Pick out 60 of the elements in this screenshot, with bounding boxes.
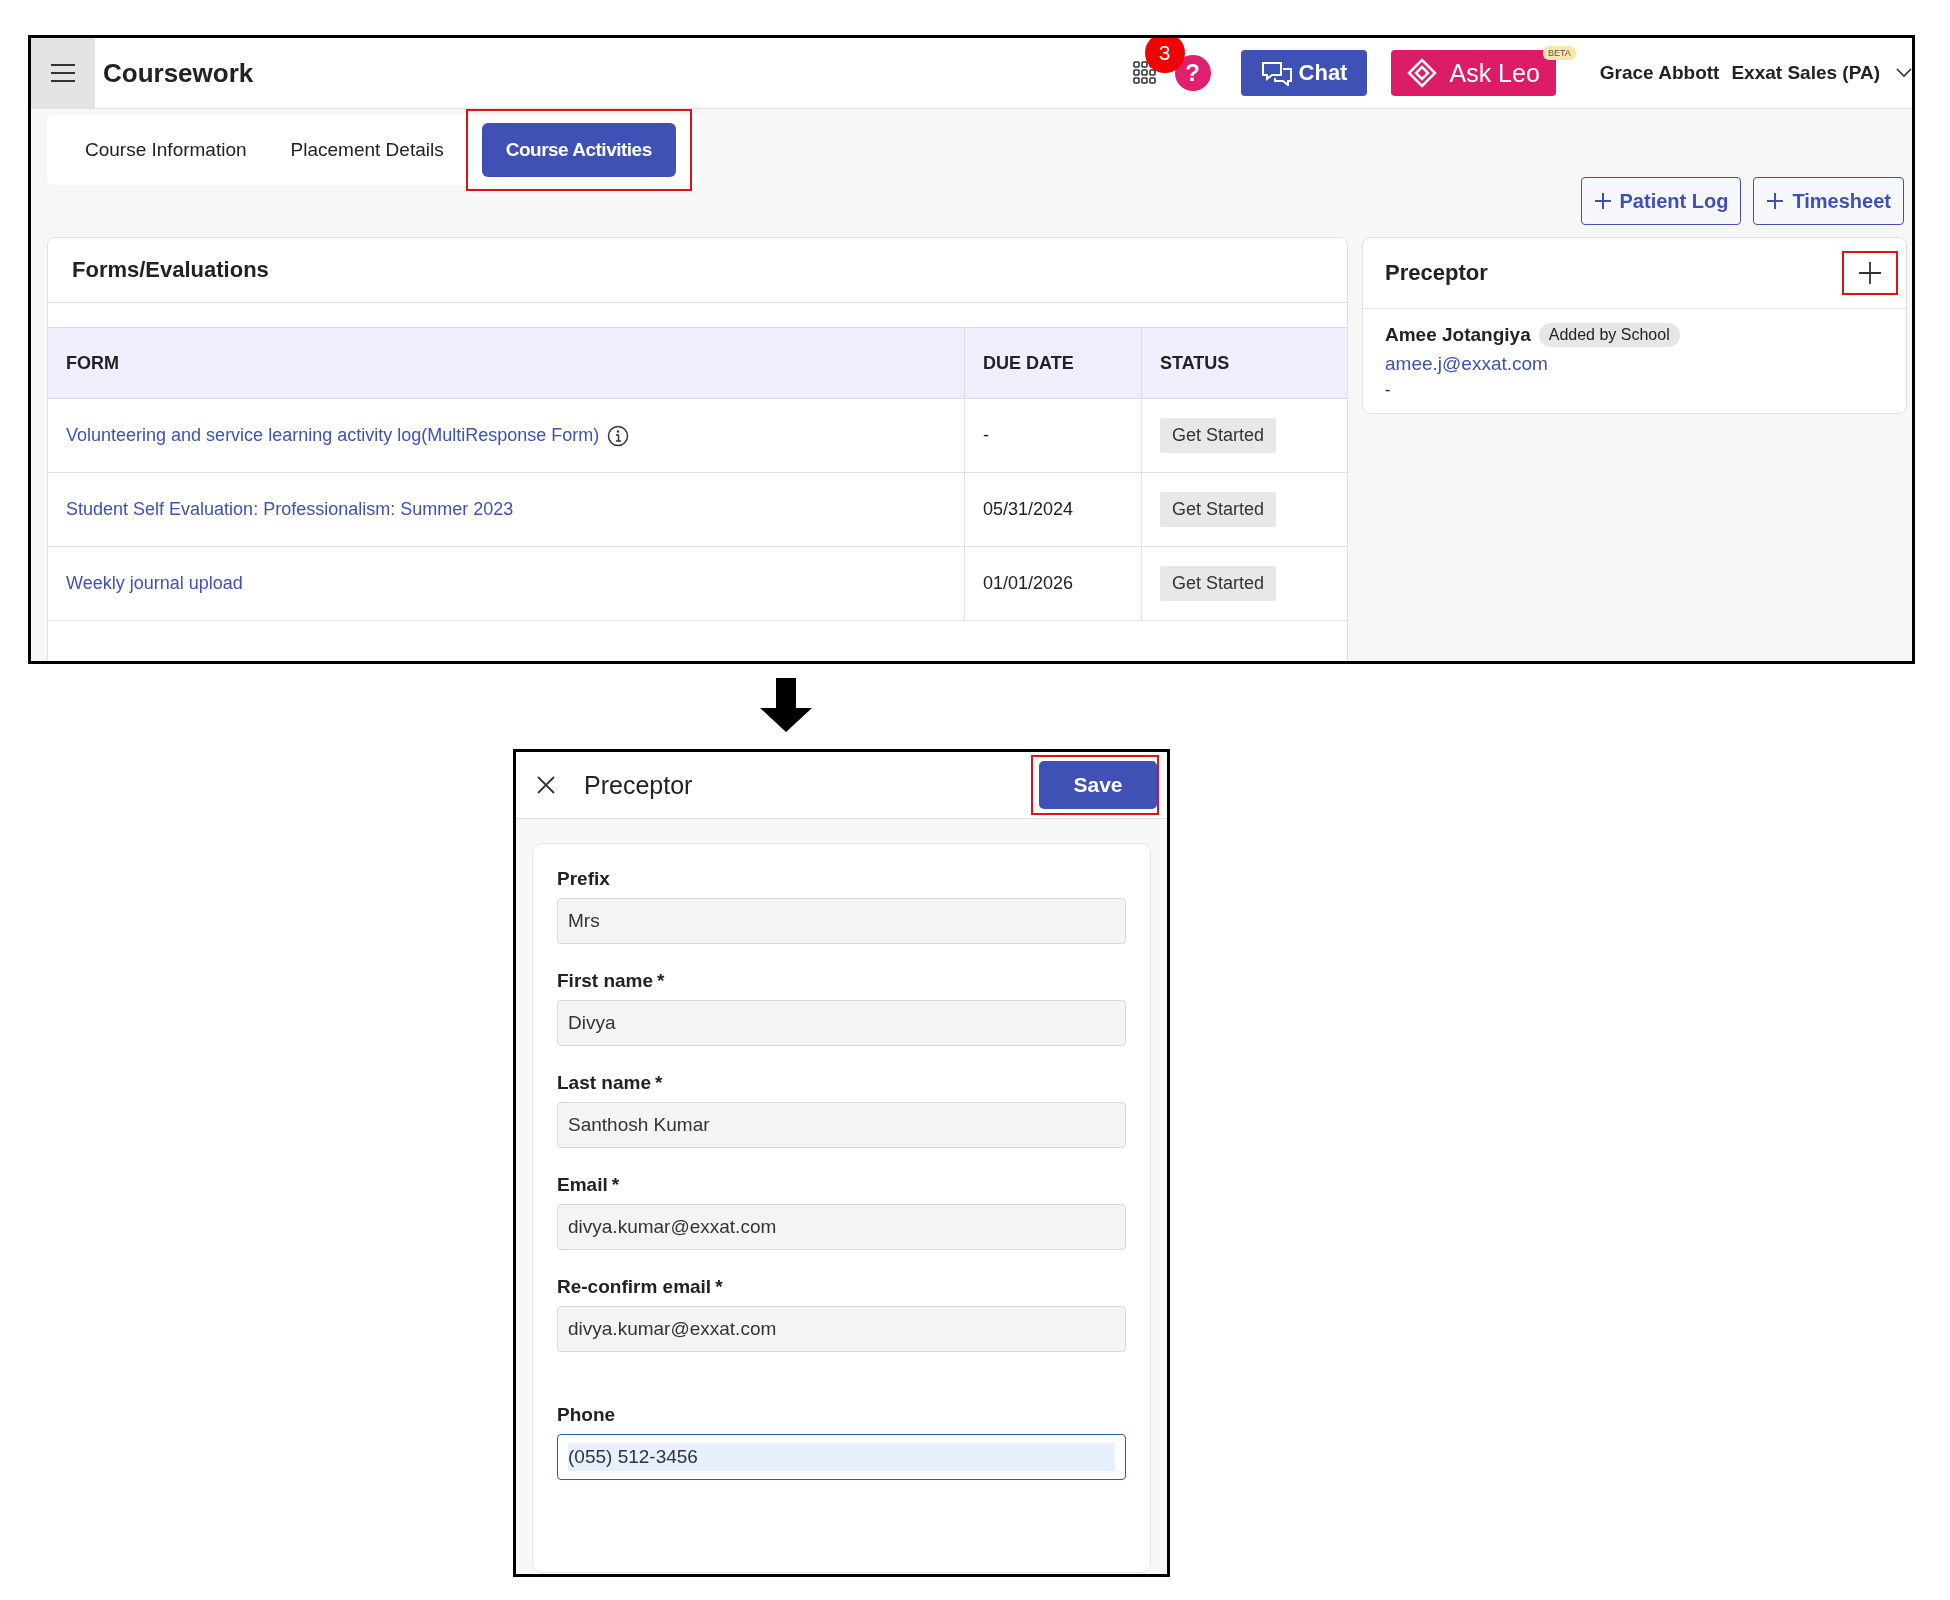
menu-button[interactable]	[31, 38, 95, 108]
input-field[interactable]: Mrs	[557, 898, 1126, 944]
field-label: Last name	[557, 1072, 651, 1094]
card-title: Preceptor	[1385, 260, 1488, 286]
phone-text: -	[1385, 381, 1392, 399]
tab[interactable]: Course Information	[73, 125, 259, 175]
required-mark: *	[715, 1276, 723, 1298]
close-icon	[536, 775, 556, 795]
diamond-icon	[1407, 58, 1438, 88]
input-field[interactable]: Santhosh Kumar	[557, 1102, 1126, 1148]
add-entry-button[interactable]: Timesheet	[1753, 177, 1904, 225]
input-field[interactable]: Divya	[557, 1000, 1126, 1046]
column-header: DUE DATE	[964, 327, 1142, 399]
app-title: Coursework	[103, 57, 255, 89]
notification-badge: 3	[1144, 38, 1185, 73]
user-name: Grace Abbott	[1599, 62, 1720, 84]
input-field[interactable]: (055) 512-3456	[557, 1434, 1126, 1480]
down-arrow-icon	[760, 678, 812, 732]
plus-icon	[1766, 192, 1785, 210]
chevron-down-icon[interactable]	[1896, 68, 1912, 78]
get-started-button[interactable]: Get Started	[1160, 418, 1277, 453]
plus-icon	[1593, 192, 1612, 210]
dialog-title: Preceptor	[584, 770, 694, 800]
card-title: Forms/Evaluations	[48, 238, 1347, 303]
apps-grid-icon[interactable]	[1132, 61, 1157, 85]
field-label: Email	[557, 1174, 608, 1196]
help-icon[interactable]: ?	[1174, 55, 1211, 91]
add-entry-button[interactable]: Patient Log	[1580, 177, 1742, 225]
preceptor-name: Amee Jotangiya	[1385, 324, 1531, 346]
required-mark: *	[657, 970, 665, 992]
get-started-button[interactable]: Get Started	[1160, 566, 1277, 601]
column-header: STATUS	[1141, 327, 1347, 399]
email-link[interactable]: amee.j@exxat.com	[1385, 353, 1548, 375]
menu-icon	[50, 63, 76, 83]
organization-name[interactable]: Exxat Sales (PA)	[1731, 62, 1880, 84]
field-label: Re-confirm email	[557, 1276, 712, 1298]
input-field[interactable]: divya.kumar@exxat.com	[557, 1306, 1126, 1352]
info-icon[interactable]	[607, 424, 630, 447]
required-mark: *	[655, 1072, 663, 1094]
tab[interactable]: Course Activities	[481, 123, 676, 177]
chat-button[interactable]: Chat	[1240, 50, 1368, 96]
form-link[interactable]: Volunteering and service learning activity log(MultiResponse Form)	[66, 425, 600, 446]
required-mark: *	[611, 1174, 620, 1196]
plus-icon	[1858, 261, 1882, 285]
chat-icon	[1260, 60, 1293, 86]
form-link[interactable]: Weekly journal upload	[66, 573, 243, 594]
field-label: Phone	[557, 1404, 616, 1426]
column-header: FORM	[48, 327, 965, 399]
table-cell: 05/31/2024	[964, 472, 1142, 547]
save-button[interactable]: Save	[1039, 761, 1157, 809]
table-cell: -	[964, 398, 1142, 473]
input-field[interactable]: divya.kumar@exxat.com	[557, 1204, 1126, 1250]
source-tag: Added by School	[1538, 323, 1680, 347]
tab[interactable]: Placement Details	[278, 125, 456, 175]
get-started-button[interactable]: Get Started	[1160, 492, 1277, 527]
form-link[interactable]: Student Self Evaluation: Professionalism: Summer 2023	[66, 499, 514, 520]
field-label: Prefix	[557, 868, 610, 890]
beta-badge: BETA	[1542, 46, 1576, 60]
field-label: First name	[557, 970, 654, 992]
table-cell: 01/01/2026	[964, 546, 1142, 621]
